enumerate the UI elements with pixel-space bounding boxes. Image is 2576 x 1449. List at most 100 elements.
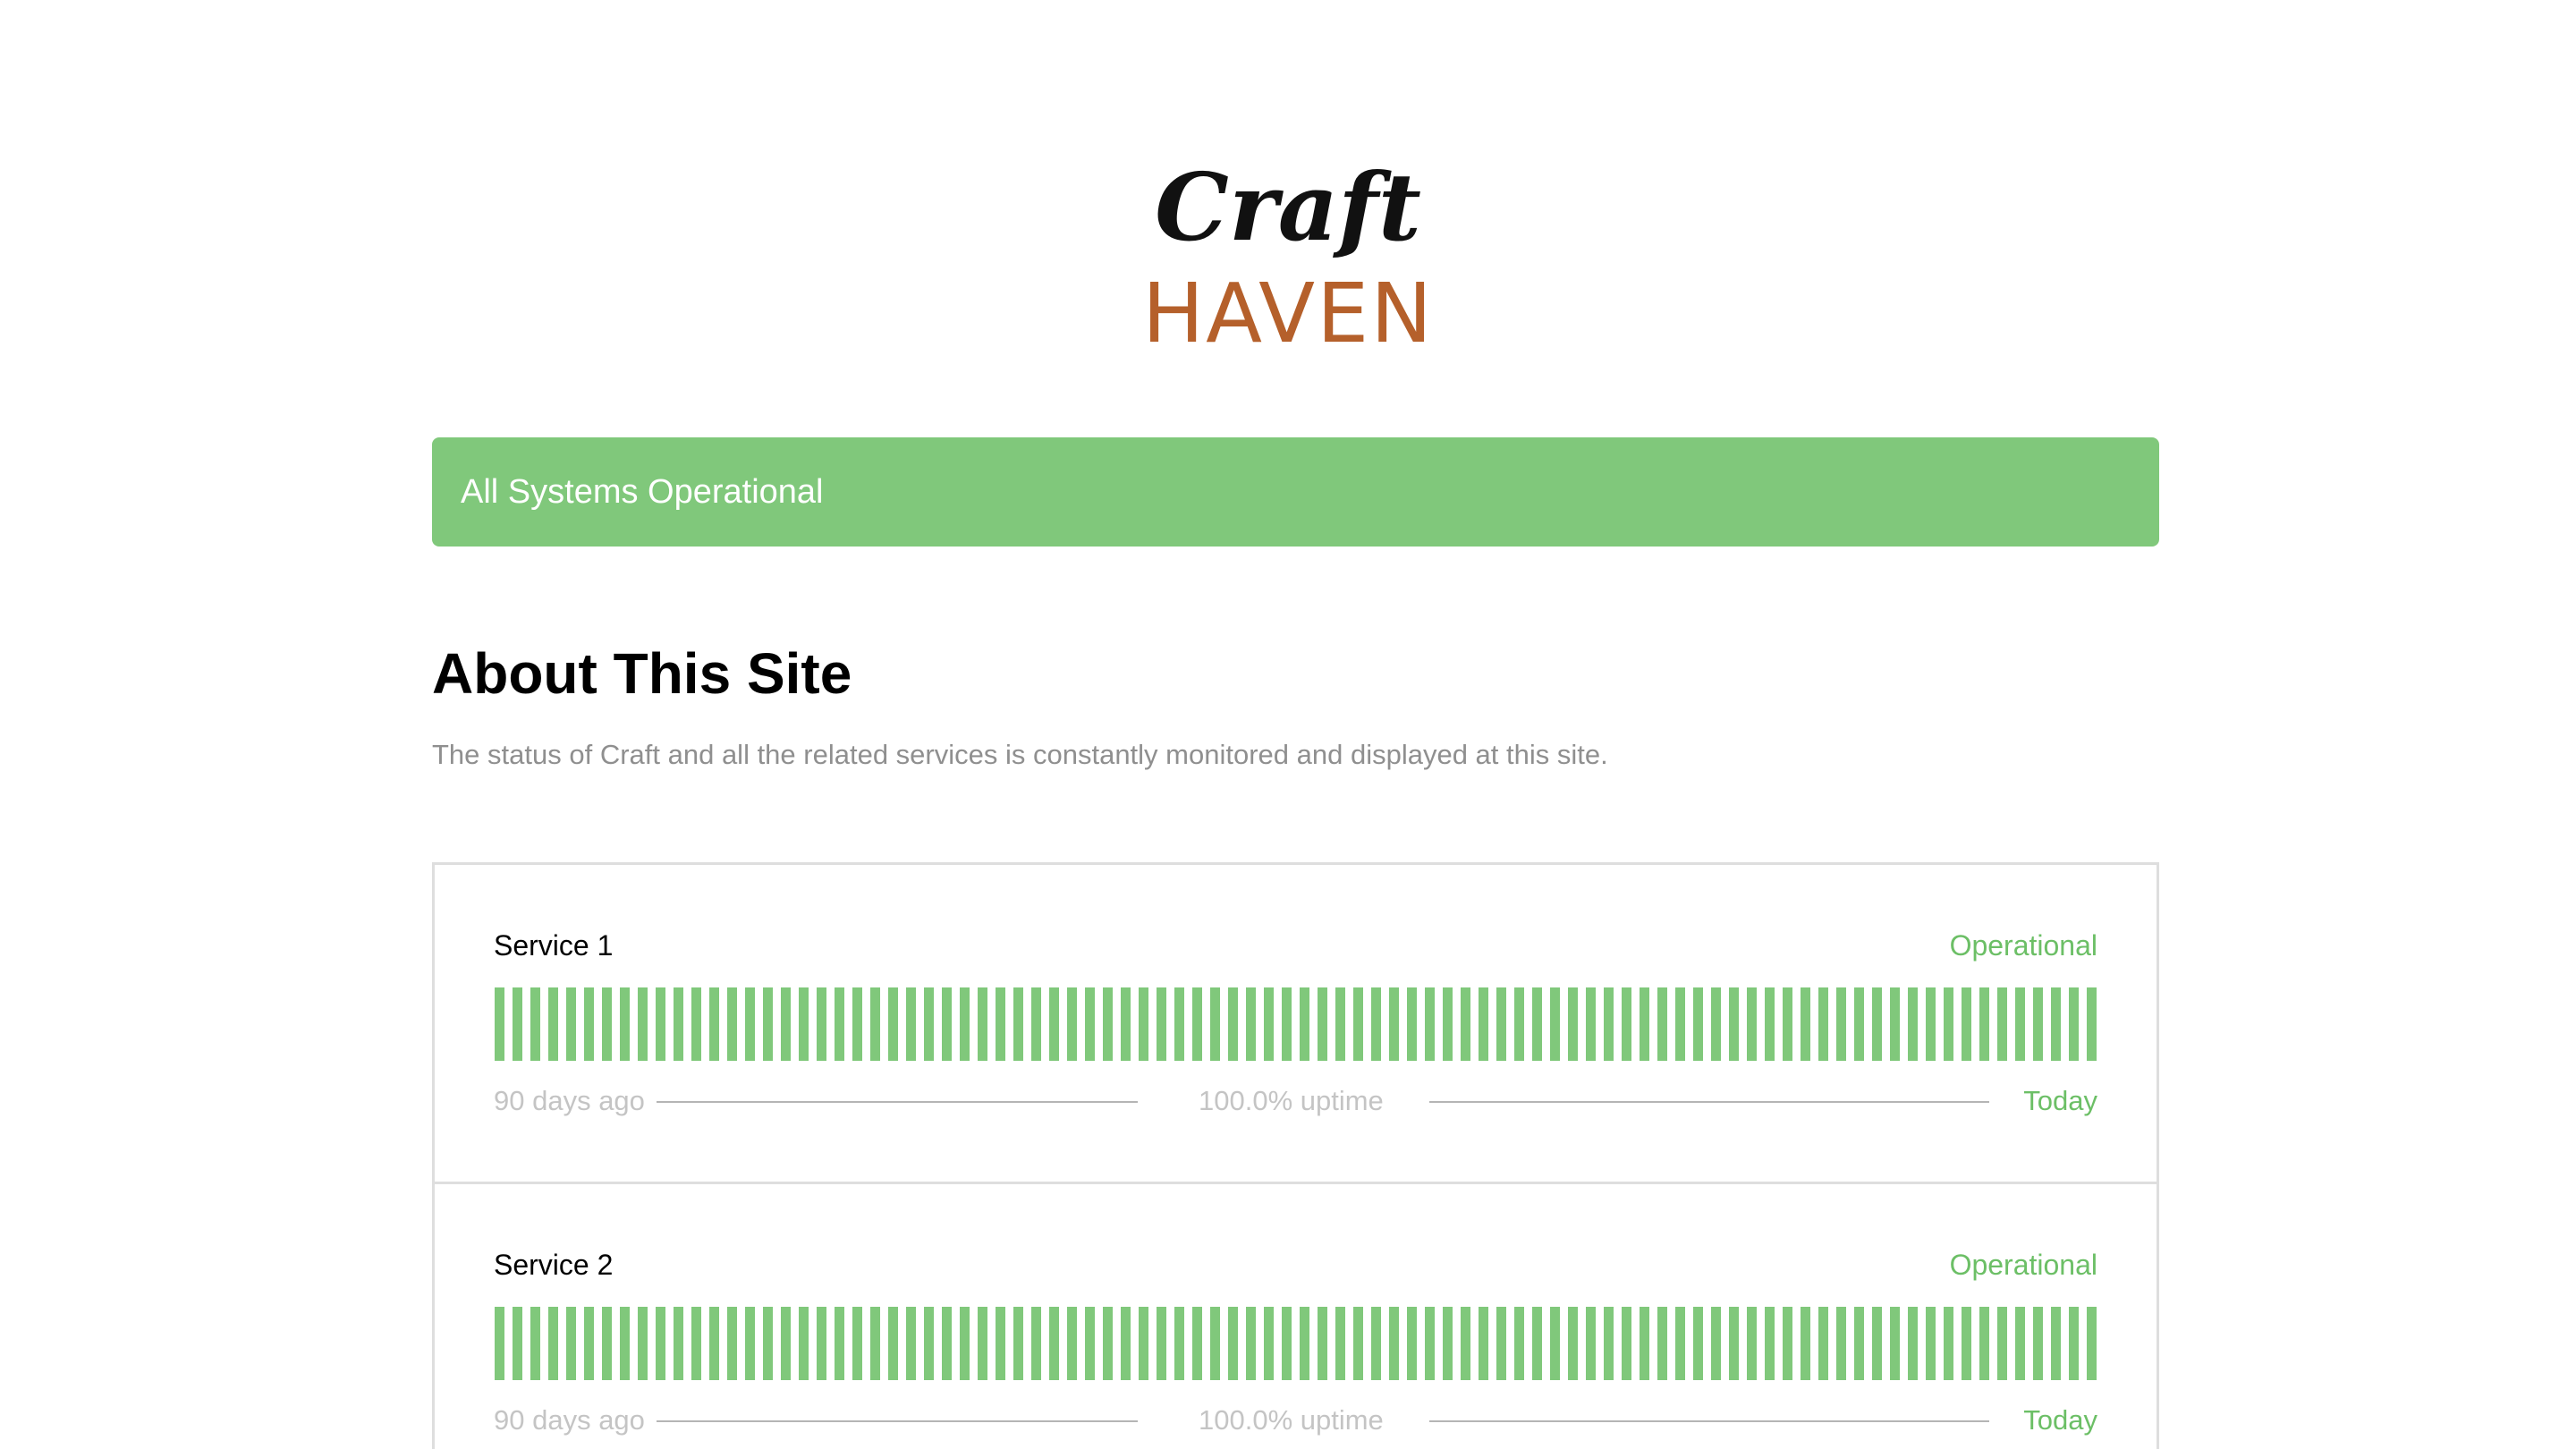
uptime-day-bar[interactable] xyxy=(870,987,880,1061)
uptime-day-bar[interactable] xyxy=(2015,987,2025,1061)
uptime-day-bar[interactable] xyxy=(602,1307,612,1380)
uptime-day-bar[interactable] xyxy=(1031,1307,1041,1380)
uptime-day-bar[interactable] xyxy=(602,987,612,1061)
uptime-day-bar[interactable] xyxy=(1926,987,1936,1061)
uptime-day-bar[interactable] xyxy=(1425,1307,1435,1380)
uptime-day-bar[interactable] xyxy=(1425,987,1435,1061)
uptime-day-bar[interactable] xyxy=(1872,1307,1882,1380)
uptime-day-bar[interactable] xyxy=(2087,1307,2097,1380)
uptime-day-bar[interactable] xyxy=(1461,1307,1470,1380)
uptime-day-bar[interactable] xyxy=(852,987,862,1061)
uptime-day-bar[interactable] xyxy=(1657,1307,1667,1380)
uptime-day-bar[interactable] xyxy=(799,1307,809,1380)
uptime-day-bar[interactable] xyxy=(495,987,504,1061)
uptime-day-bar[interactable] xyxy=(799,987,809,1061)
uptime-day-bar[interactable] xyxy=(1496,987,1506,1061)
uptime-day-bar[interactable] xyxy=(1013,1307,1023,1380)
uptime-day-bar[interactable] xyxy=(1514,1307,1524,1380)
uptime-day-bar[interactable] xyxy=(1443,1307,1453,1380)
uptime-day-bar[interactable] xyxy=(888,987,898,1061)
uptime-day-bar[interactable] xyxy=(1765,987,1775,1061)
uptime-day-bar[interactable] xyxy=(960,987,970,1061)
uptime-day-bar[interactable] xyxy=(1747,987,1757,1061)
uptime-day-bar[interactable] xyxy=(1174,1307,1184,1380)
uptime-day-bar[interactable] xyxy=(1836,1307,1846,1380)
uptime-day-bar[interactable] xyxy=(996,987,1005,1061)
uptime-day-bar[interactable] xyxy=(1962,987,1971,1061)
uptime-day-bar[interactable] xyxy=(1049,987,1059,1061)
uptime-day-bar[interactable] xyxy=(1300,1307,1309,1380)
uptime-day-bar[interactable] xyxy=(1031,987,1041,1061)
uptime-day-bar[interactable] xyxy=(1586,1307,1596,1380)
uptime-day-bar[interactable] xyxy=(852,1307,862,1380)
uptime-day-bar[interactable] xyxy=(870,1307,880,1380)
uptime-day-bar[interactable] xyxy=(1300,987,1309,1061)
uptime-day-bar[interactable] xyxy=(1318,1307,1327,1380)
uptime-day-bar[interactable] xyxy=(1335,1307,1345,1380)
uptime-day-bar[interactable] xyxy=(1192,1307,1202,1380)
uptime-day-bar[interactable] xyxy=(1801,987,1810,1061)
uptime-day-bar[interactable] xyxy=(1192,987,1202,1061)
uptime-day-bar[interactable] xyxy=(1783,987,1792,1061)
uptime-day-bar[interactable] xyxy=(530,987,540,1061)
uptime-day-bar[interactable] xyxy=(1908,1307,1918,1380)
uptime-day-bar[interactable] xyxy=(1550,987,1560,1061)
uptime-day-bar[interactable] xyxy=(1479,1307,1488,1380)
uptime-day-bar[interactable] xyxy=(566,1307,576,1380)
uptime-day-bar[interactable] xyxy=(835,987,844,1061)
uptime-day-bar[interactable] xyxy=(1353,987,1363,1061)
uptime-day-bar[interactable] xyxy=(1979,987,1989,1061)
uptime-day-bar[interactable] xyxy=(656,1307,665,1380)
uptime-day-bar[interactable] xyxy=(1854,1307,1864,1380)
uptime-day-bar[interactable] xyxy=(1532,1307,1542,1380)
uptime-day-bar[interactable] xyxy=(1872,987,1882,1061)
uptime-day-bar[interactable] xyxy=(745,987,755,1061)
uptime-day-bar[interactable] xyxy=(1067,1307,1077,1380)
uptime-day-bar[interactable] xyxy=(1264,1307,1274,1380)
uptime-day-bar[interactable] xyxy=(674,987,683,1061)
uptime-day-bar[interactable] xyxy=(1407,1307,1417,1380)
uptime-day-bar[interactable] xyxy=(1944,1307,1953,1380)
uptime-day-bar[interactable] xyxy=(1711,987,1721,1061)
uptime-day-bar[interactable] xyxy=(781,1307,791,1380)
uptime-day-bar[interactable] xyxy=(638,1307,648,1380)
uptime-day-bar[interactable] xyxy=(638,987,648,1061)
uptime-day-bar[interactable] xyxy=(1818,987,1828,1061)
uptime-day-bar[interactable] xyxy=(2033,987,2043,1061)
uptime-day-bar[interactable] xyxy=(1818,1307,1828,1380)
uptime-day-bar[interactable] xyxy=(1640,1307,1649,1380)
uptime-day-bar[interactable] xyxy=(2051,987,2061,1061)
uptime-day-bar[interactable] xyxy=(1890,987,1900,1061)
uptime-day-bar[interactable] xyxy=(2069,987,2079,1061)
uptime-day-bar[interactable] xyxy=(1604,987,1614,1061)
uptime-day-bar[interactable] xyxy=(1908,987,1918,1061)
uptime-day-bar[interactable] xyxy=(674,1307,683,1380)
uptime-day-bar[interactable] xyxy=(1747,1307,1757,1380)
uptime-day-bar[interactable] xyxy=(1640,987,1649,1061)
uptime-day-bar[interactable] xyxy=(1496,1307,1506,1380)
uptime-day-bar[interactable] xyxy=(1282,1307,1292,1380)
uptime-day-bar[interactable] xyxy=(1282,987,1292,1061)
uptime-day-bar[interactable] xyxy=(888,1307,898,1380)
uptime-day-bar[interactable] xyxy=(763,987,773,1061)
uptime-day-bar[interactable] xyxy=(1836,987,1846,1061)
uptime-day-bar[interactable] xyxy=(906,1307,916,1380)
uptime-day-bar[interactable] xyxy=(781,987,791,1061)
uptime-day-bar[interactable] xyxy=(727,987,737,1061)
uptime-day-bar[interactable] xyxy=(584,1307,594,1380)
uptime-day-bar[interactable] xyxy=(1514,987,1524,1061)
uptime-day-bar[interactable] xyxy=(1389,987,1399,1061)
uptime-day-bar[interactable] xyxy=(1783,1307,1792,1380)
uptime-day-bar[interactable] xyxy=(745,1307,755,1380)
uptime-day-bar[interactable] xyxy=(942,1307,952,1380)
uptime-day-bar[interactable] xyxy=(620,1307,630,1380)
uptime-day-bar[interactable] xyxy=(709,987,719,1061)
uptime-day-bar[interactable] xyxy=(1675,987,1685,1061)
uptime-day-bar[interactable] xyxy=(763,1307,773,1380)
uptime-day-bar[interactable] xyxy=(1550,1307,1560,1380)
uptime-day-bar[interactable] xyxy=(1389,1307,1399,1380)
uptime-day-bar[interactable] xyxy=(835,1307,844,1380)
uptime-day-bar[interactable] xyxy=(924,987,934,1061)
uptime-day-bar[interactable] xyxy=(1013,987,1023,1061)
uptime-day-bar[interactable] xyxy=(1174,987,1184,1061)
